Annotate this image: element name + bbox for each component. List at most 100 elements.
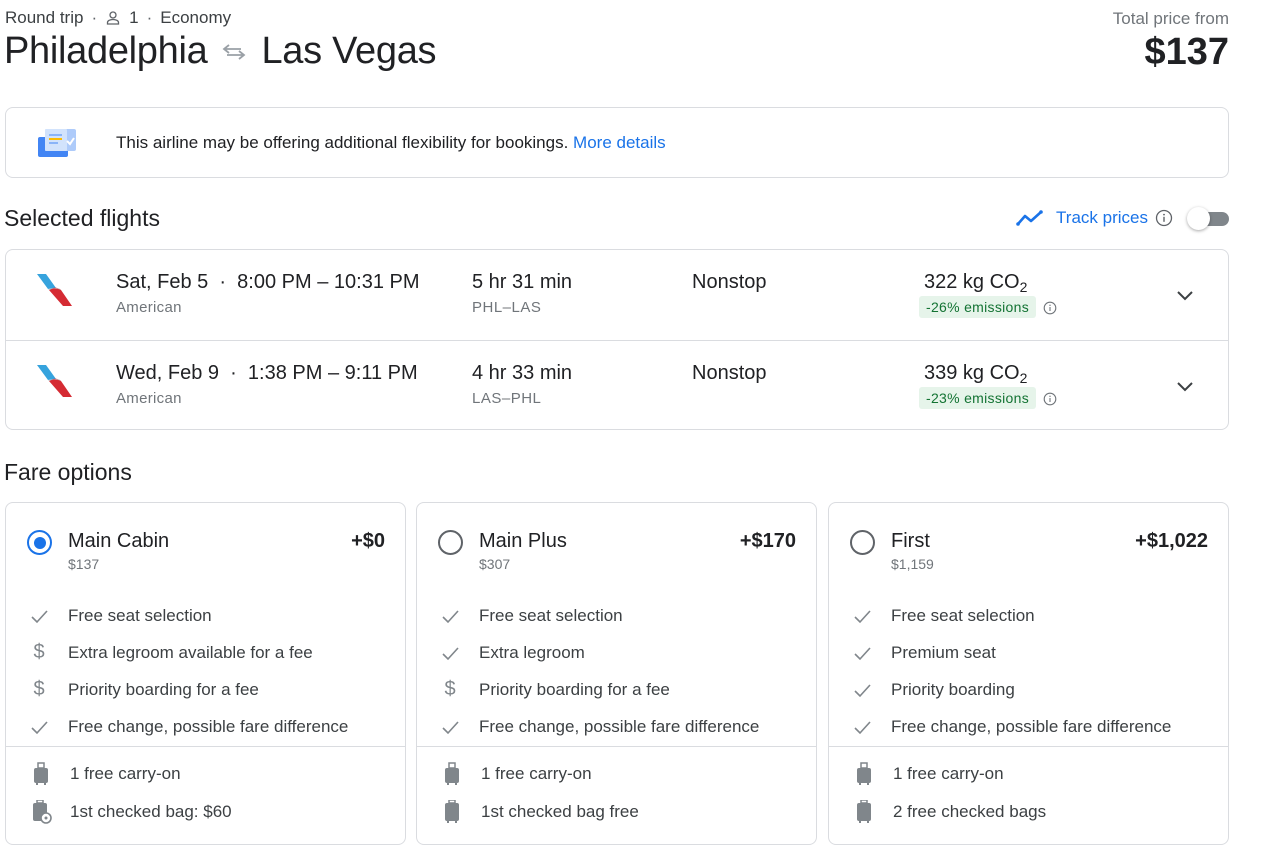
track-prices-control: Track prices: [1016, 207, 1229, 230]
feature-text: Free seat selection: [68, 605, 212, 625]
fare-feature: Free seat selection: [829, 597, 1228, 634]
banner-text: This airline may be offering additional …: [116, 133, 666, 153]
flexibility-banner: This airline may be offering additional …: [5, 107, 1229, 178]
fare-feature: $ Extra legroom available for a fee: [6, 634, 405, 671]
fare-features: Free seat selection Extra legroom $ Priorit…: [417, 597, 816, 745]
check-icon: [440, 643, 460, 663]
flight-date-time: Sat, Feb 5 · 8:00 PM – 10:31 PM: [116, 271, 420, 293]
flight-times: 8:00 PM – 10:31 PM: [237, 271, 420, 293]
track-prices-label[interactable]: Track prices: [1056, 208, 1148, 228]
passenger-count: 1: [129, 8, 139, 27]
baggage-text: 1 free carry-on: [893, 764, 1004, 783]
feature-text: Priority boarding for a fee: [68, 679, 259, 699]
total-price-label: Total price from: [1112, 9, 1229, 28]
american-airlines-logo-icon: [37, 274, 72, 306]
carry-on-bag-icon: [855, 762, 873, 786]
feature-text: Extra legroom available for a fee: [68, 642, 313, 662]
info-icon[interactable]: [1043, 392, 1057, 406]
separator-dot: ·: [91, 8, 98, 27]
baggage-text: 1st checked bag: $60: [70, 802, 232, 821]
divider: [829, 746, 1228, 747]
check-icon: [852, 606, 872, 626]
flight-stops: Nonstop: [692, 271, 767, 293]
co2-emissions: 322 kg CO2: [924, 271, 1027, 295]
trend-line-icon: [1016, 210, 1043, 226]
baggage-item: 1 free carry-on: [829, 755, 1228, 793]
feature-text: Free seat selection: [479, 605, 623, 625]
fare-radio[interactable]: [27, 530, 52, 555]
divider: [417, 746, 816, 747]
trip-type: Round trip: [5, 8, 84, 27]
emissions-badge: -26% emissions: [919, 296, 1037, 318]
baggage-text: 1 free carry-on: [481, 764, 592, 783]
fare-card-main-cabin[interactable]: Main Cabin $137 +$0 Free seat selection $ Ext…: [5, 502, 406, 845]
checked-bag-fee-icon: [32, 799, 52, 824]
feature-text: Free change, possible fare difference: [68, 716, 349, 736]
baggage-item: 1 free carry-on: [6, 755, 405, 793]
fare-card-first[interactable]: First $1,159 +$1,022 Free seat selection Pre…: [828, 502, 1229, 845]
baggage-info: 1 free carry-on 2 free checked bags: [829, 755, 1228, 831]
fare-price-difference: +$0: [351, 530, 385, 552]
baggage-text: 1 free carry-on: [70, 764, 181, 783]
cabin-class: Economy: [160, 8, 232, 27]
more-details-link[interactable]: More details: [573, 133, 666, 152]
fare-feature: Premium seat: [829, 634, 1228, 671]
fare-options-heading: Fare options: [4, 459, 132, 485]
divider: [6, 746, 405, 747]
fare-features: Free seat selection Premium seat Priority …: [829, 597, 1228, 745]
flight-route: PHL–LAS: [472, 299, 542, 316]
feature-text: Free seat selection: [891, 605, 1035, 625]
co2-value: 322 kg CO: [924, 271, 1020, 293]
checked-bag-icon: [443, 799, 461, 824]
dollar-icon: $: [33, 678, 45, 700]
check-icon: [440, 717, 460, 737]
baggage-item: 1st checked bag: $60: [6, 793, 405, 831]
feature-text: Priority boarding: [891, 679, 1015, 699]
check-icon: [440, 606, 460, 626]
flight-duration: 4 hr 33 min: [472, 362, 573, 384]
fare-features: Free seat selection $ Extra legroom availa…: [6, 597, 405, 745]
dollar-icon: $: [444, 678, 456, 700]
flight-duration: 5 hr 31 min: [472, 271, 573, 293]
fare-radio[interactable]: [438, 530, 463, 555]
co2-emissions: 339 kg CO2: [924, 362, 1027, 386]
track-prices-toggle[interactable]: [1187, 207, 1229, 230]
ticket-flexibility-icon: [38, 128, 76, 157]
carry-on-bag-icon: [32, 762, 50, 786]
info-icon[interactable]: [1043, 301, 1057, 315]
checked-bag-icon: [855, 799, 873, 824]
chevron-down-icon[interactable]: [1174, 375, 1196, 397]
flight-row[interactable]: Sat, Feb 5 · 8:00 PM – 10:31 PM American…: [6, 250, 1228, 340]
chevron-down-icon[interactable]: [1174, 284, 1196, 306]
airline-name: American: [116, 390, 182, 407]
trip-summary: Round trip · 1 · Economy: [5, 8, 231, 28]
american-airlines-logo-icon: [37, 365, 72, 397]
feature-text: Extra legroom: [479, 642, 585, 662]
fare-feature: Priority boarding: [829, 671, 1228, 708]
fare-name: First: [891, 530, 930, 552]
feature-text: Priority boarding for a fee: [479, 679, 670, 699]
fare-feature: Free seat selection: [6, 597, 405, 634]
fare-price-difference: +$170: [739, 530, 796, 552]
banner-message: This airline may be offering additional …: [116, 132, 569, 152]
person-icon: [106, 11, 120, 25]
flight-date: Sat, Feb 5: [116, 271, 209, 293]
emissions-badge: -23% emissions: [919, 387, 1037, 409]
separator-dot: ·: [146, 8, 153, 27]
baggage-info: 1 free carry-on 1st checked bag: $60: [6, 755, 405, 831]
flight-stops: Nonstop: [692, 362, 767, 384]
origin-city: Philadelphia: [4, 30, 208, 72]
fare-feature: Extra legroom: [417, 634, 816, 671]
flight-row[interactable]: Wed, Feb 9 · 1:38 PM – 9:11 PM American …: [6, 340, 1228, 430]
baggage-item: 1st checked bag free: [417, 793, 816, 831]
baggage-item: 2 free checked bags: [829, 793, 1228, 831]
flight-date-time: Wed, Feb 9 · 1:38 PM – 9:11 PM: [116, 362, 418, 384]
fare-card-main-plus[interactable]: Main Plus $307 +$170 Free seat selection Ext…: [416, 502, 817, 845]
info-icon[interactable]: [1155, 209, 1173, 227]
fare-feature: Free change, possible fare difference: [417, 708, 816, 745]
toggle-knob: [1187, 207, 1210, 230]
route-title: Philadelphia Las Vegas: [4, 30, 437, 73]
carry-on-bag-icon: [443, 762, 461, 786]
fare-radio[interactable]: [850, 530, 875, 555]
feature-text: Free change, possible fare difference: [891, 716, 1172, 736]
